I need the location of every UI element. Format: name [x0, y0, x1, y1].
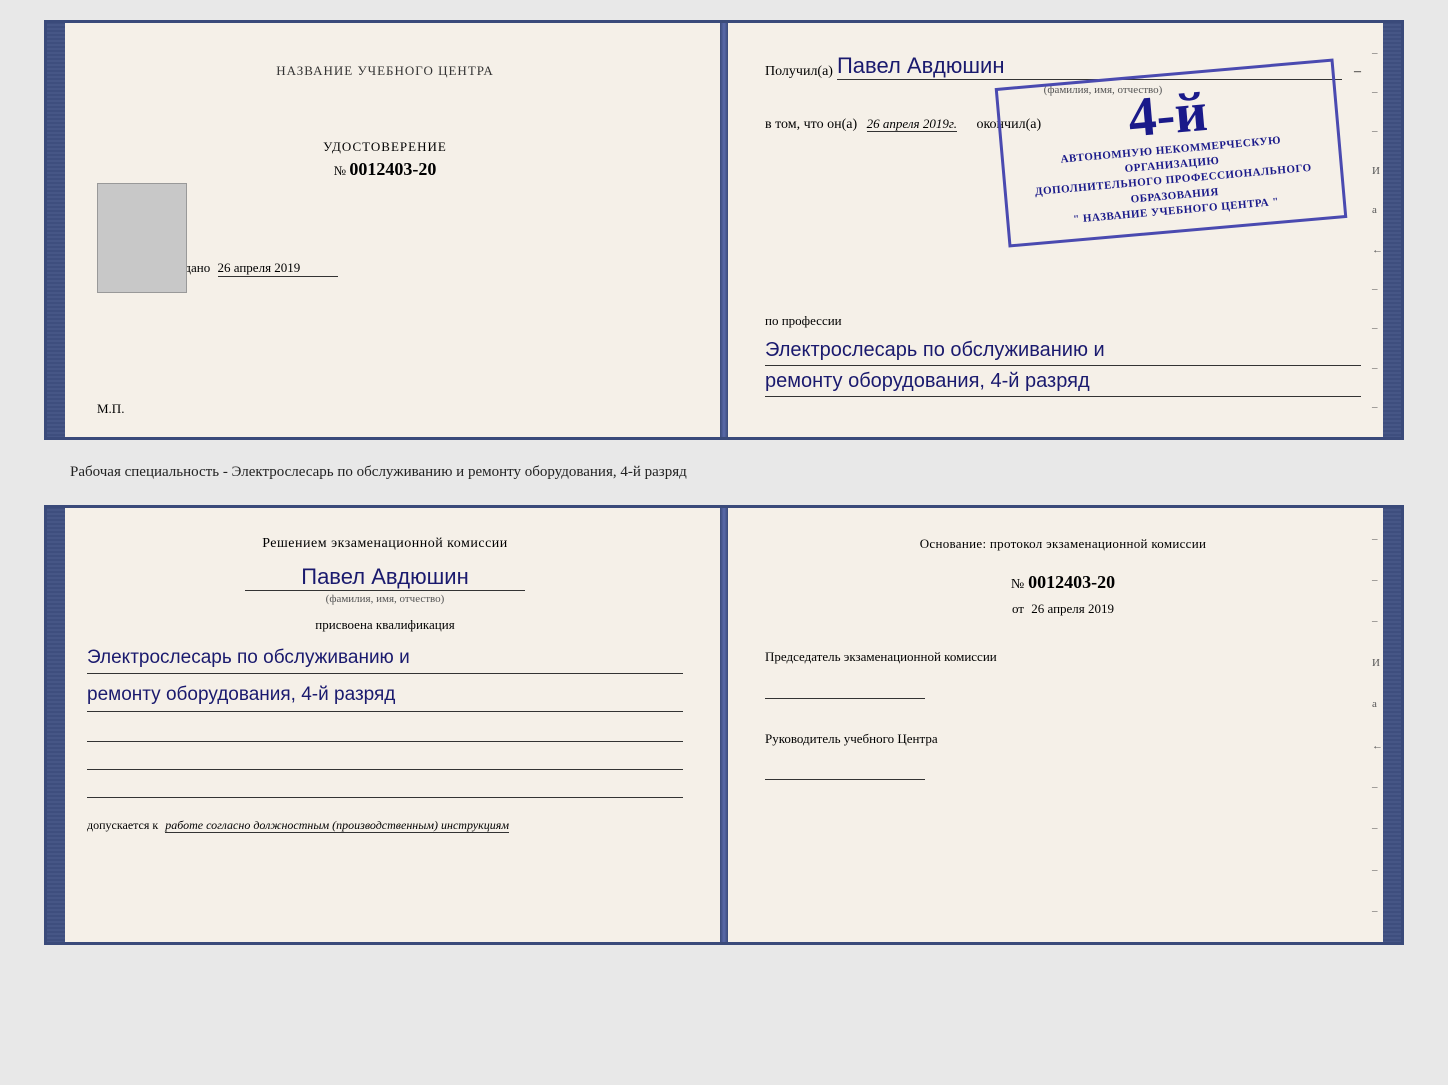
qualification-line2: ремонту оборудования, 4-й разряд: [87, 680, 683, 711]
chairman-title: Председатель экзаменационной комиссии: [765, 647, 1361, 667]
rukovoditel-section: Руководитель учебного Центра: [765, 729, 1361, 781]
profession-line2: ремонту оборудования, 4-й разряд: [765, 366, 1361, 397]
between-text: Рабочая специальность - Электрослесарь п…: [20, 456, 1428, 489]
book-spine: [720, 23, 728, 437]
issued-date: 26 апреля 2019: [218, 260, 338, 277]
decision-title: Решением экзаменационной комиссии: [87, 536, 683, 552]
bottom-book-right-page: Основание: протокол экзаменационной коми…: [725, 508, 1401, 942]
stamp-overlay: 4-й АВТОНОМНУЮ НЕКОММЕРЧЕСКУЮ ОРГАНИЗАЦИ…: [995, 58, 1348, 247]
protocol-number-prefix: №: [1011, 577, 1024, 592]
vtom-date: 26 апреля 2019г.: [867, 116, 957, 132]
cert-number: 0012403-20: [349, 159, 436, 179]
ot-date-value: 26 апреля 2019: [1031, 601, 1114, 616]
cert-number-section: УДОСТОВЕРЕНИЕ № 0012403-20: [87, 139, 683, 180]
profession-line1: Электрослесарь по обслуживанию и: [765, 335, 1361, 366]
right-dashes-bottom: – – – И а ← – – – –: [1372, 508, 1383, 942]
top-book-right-page: 4-й АВТОНОМНУЮ НЕКОММЕРЧЕСКУЮ ОРГАНИЗАЦИ…: [725, 23, 1401, 437]
right-binding-bottom: [1383, 508, 1401, 942]
bottom-book-left-page: Решением экзаменационной комиссии Павел …: [47, 508, 725, 942]
blank-line-3: [87, 774, 683, 798]
book2-spine: [720, 508, 728, 942]
bottom-book: Решением экзаменационной комиссии Павел …: [44, 505, 1404, 945]
vtom-text: в том, что он(а): [765, 117, 857, 132]
cert-number-prefix: №: [334, 163, 346, 178]
rukovoditel-title: Руководитель учебного Центра: [765, 729, 1361, 749]
po-professii: по профессии: [765, 313, 1361, 329]
top-book: НАЗВАНИЕ УЧЕБНОГО ЦЕНТРА УДОСТОВЕРЕНИЕ №…: [44, 20, 1404, 440]
page-wrapper: НАЗВАНИЕ УЧЕБНОГО ЦЕНТРА УДОСТОВЕРЕНИЕ №…: [20, 20, 1428, 945]
dopuskaetsya-prefix: допускается к: [87, 818, 158, 832]
osnovanie-title: Основание: протокол экзаменационной коми…: [765, 536, 1361, 552]
blank-line-2: [87, 746, 683, 770]
top-book-left-page: НАЗВАНИЕ УЧЕБНОГО ЦЕНТРА УДОСТОВЕРЕНИЕ №…: [47, 23, 725, 437]
right-dashes: – – – И а ← – – – –: [1372, 23, 1383, 437]
person-name-bottom: Павел Авдюшин: [245, 564, 525, 591]
rukovoditel-signature-line: [765, 758, 925, 780]
right-binding-top: [1383, 23, 1401, 437]
dopuskaetsya-text: работе согласно должностным (производств…: [165, 818, 509, 833]
recipient-name: Павел Авдюшин: [837, 53, 1004, 78]
photo-placeholder: [97, 183, 187, 293]
ot-date: от 26 апреля 2019: [765, 601, 1361, 617]
recipient-prefix: Получил(а): [765, 64, 833, 80]
profession-section: по профессии Электрослесарь по обслужива…: [765, 313, 1361, 397]
protocol-number: 0012403-20: [1028, 572, 1115, 592]
mp-label: М.П.: [97, 401, 124, 417]
cert-label: УДОСТОВЕРЕНИЕ: [87, 139, 683, 155]
dopuskaetsya: допускается к работе согласно должностны…: [87, 818, 683, 833]
chairman-section: Председатель экзаменационной комиссии: [765, 647, 1361, 699]
stamp-big-number: 4-й: [1126, 83, 1210, 146]
blank-line-1: [87, 718, 683, 742]
chairman-signature-line: [765, 677, 925, 699]
prisvoena: присвоена квалификация: [87, 617, 683, 633]
ot-prefix: от: [1012, 601, 1024, 616]
top-left-title: НАЗВАНИЕ УЧЕБНОГО ЦЕНТРА: [87, 63, 683, 79]
qualification-line1: Электрослесарь по обслуживанию и: [87, 643, 683, 674]
fio-label-bottom: (фамилия, имя, отчество): [87, 593, 683, 605]
